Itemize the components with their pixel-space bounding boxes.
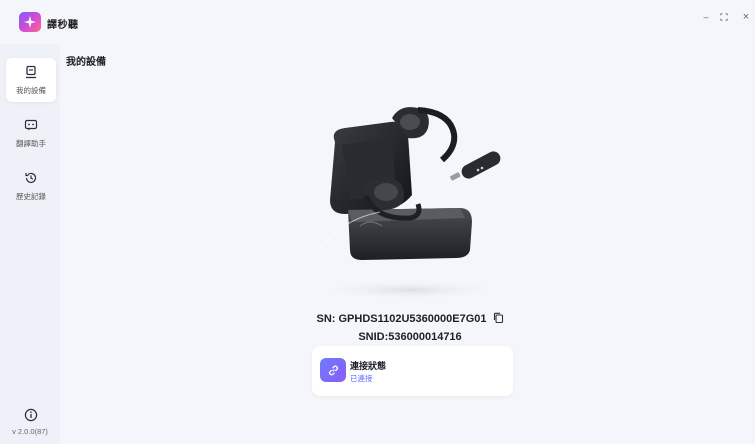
history-icon <box>25 172 37 184</box>
status-icon-box <box>320 358 346 382</box>
device-icon <box>26 65 36 79</box>
serial-number: SN: GPHDS1102U5360000E7G01 <box>316 313 487 325</box>
sidebar-item-label: 歷史記錄 <box>16 192 46 201</box>
sidebar-item-translate-assistant[interactable]: 翻譯助手 <box>6 111 56 155</box>
sidebar-item-my-devices[interactable]: 我的設備 <box>6 58 56 102</box>
device-image <box>315 107 505 300</box>
sidebar-item-history[interactable]: 歷史記錄 <box>6 164 56 208</box>
sparkle-icon <box>24 16 36 28</box>
link-icon <box>328 364 338 376</box>
maximize-button[interactable] <box>716 10 732 24</box>
maximize-icon <box>720 13 728 21</box>
connection-status-card: 連接狀態 已連接 <box>312 346 513 396</box>
app-version: v 2.0.0(87) <box>12 427 48 436</box>
status-value: 已連接 <box>350 374 373 383</box>
close-button[interactable]: × <box>738 10 754 24</box>
sidebar-item-label: 翻譯助手 <box>16 139 46 148</box>
sidebar: 我的設備 翻譯助手 歷史記錄 v 2.0.0(87) <box>0 44 60 444</box>
minimize-button[interactable]: – <box>698 10 714 24</box>
copy-icon[interactable] <box>493 312 504 324</box>
sidebar-item-label: 我的設備 <box>16 86 46 95</box>
translate-icon <box>24 119 38 131</box>
status-title: 連接狀態 <box>350 361 387 371</box>
app-title: 譯秒聽 <box>47 20 79 31</box>
info-icon[interactable] <box>24 408 38 422</box>
page-title: 我的設備 <box>66 57 106 68</box>
title-bar: 譯秒聽 – × <box>0 0 755 44</box>
serial-number-row: SN: GPHDS1102U5360000E7G01 <box>300 312 520 325</box>
app-logo <box>19 12 41 32</box>
snid: SNID:536000014716 <box>358 331 462 343</box>
